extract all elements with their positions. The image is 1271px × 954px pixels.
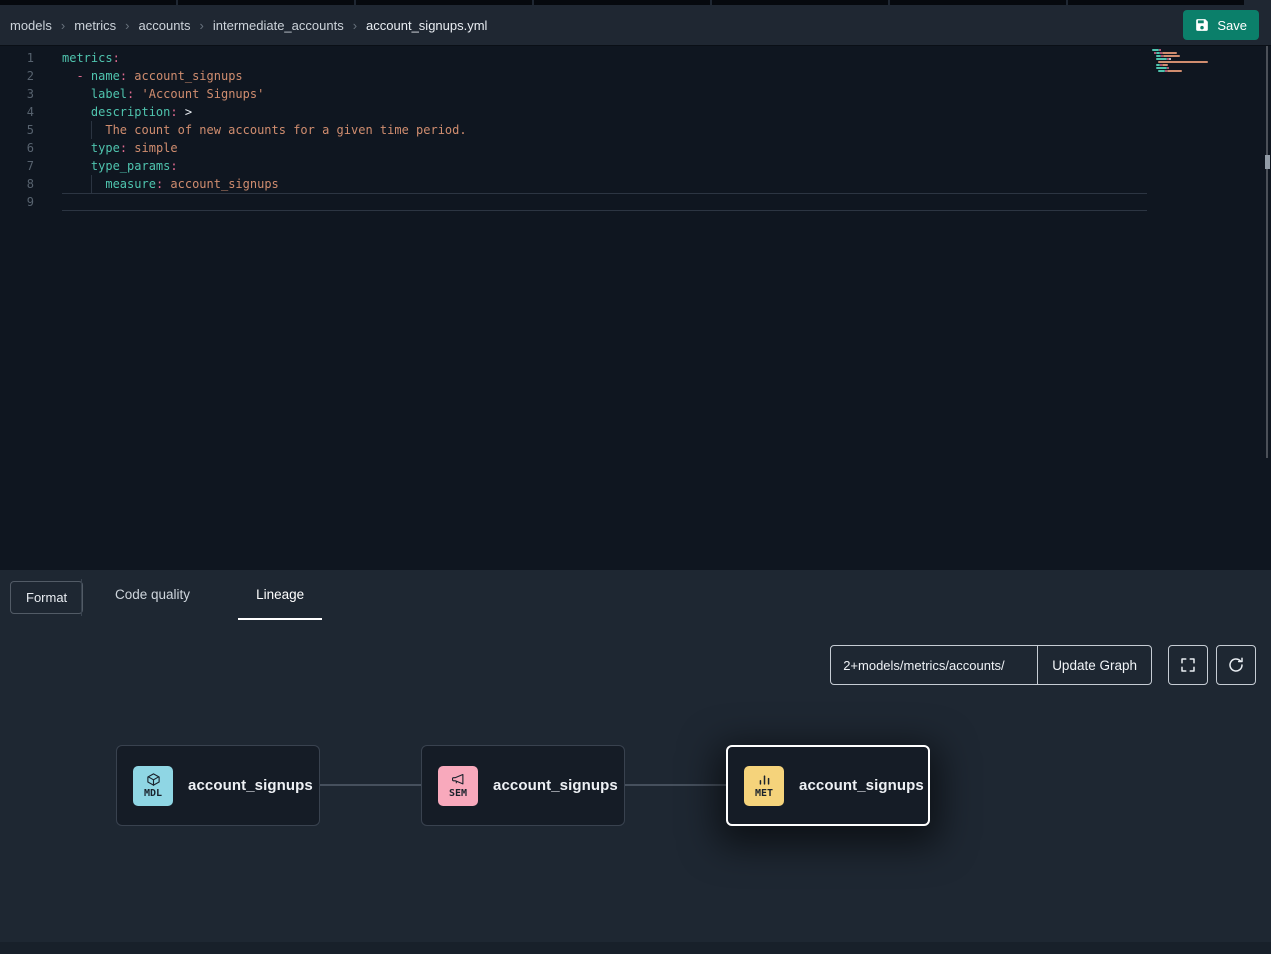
lineage-node-sem[interactable]: SEM account_signups bbox=[421, 745, 625, 826]
breadcrumb-item-accounts[interactable]: accounts bbox=[139, 18, 191, 33]
fullscreen-icon bbox=[1179, 656, 1197, 674]
breadcrumb-separator: › bbox=[200, 18, 204, 33]
save-label: Save bbox=[1217, 18, 1247, 33]
line-number: 5 bbox=[0, 121, 34, 139]
refresh-icon bbox=[1227, 656, 1245, 674]
floppy-icon bbox=[1195, 18, 1209, 32]
code-text: description: > bbox=[62, 103, 1147, 121]
graph-selector-input[interactable] bbox=[831, 646, 1037, 684]
chart-icon: MET bbox=[744, 766, 784, 806]
line-number: 6 bbox=[0, 139, 34, 157]
editor-scrollbar[interactable] bbox=[1266, 46, 1268, 458]
breadcrumb-separator: › bbox=[61, 18, 65, 33]
tab-lineage[interactable]: Lineage bbox=[238, 586, 322, 620]
code-text: type_params: bbox=[62, 157, 1147, 175]
panel-tabs: Code quality Lineage bbox=[97, 586, 322, 620]
panel-footer bbox=[0, 942, 1271, 954]
line-number: 8 bbox=[0, 175, 34, 193]
code-line: 6 type: simple bbox=[0, 139, 1271, 157]
tab-code-quality[interactable]: Code quality bbox=[97, 586, 208, 620]
code-line: 8 measure: account_signups bbox=[0, 175, 1271, 193]
code-editor[interactable]: 1metrics:2 - name: account_signups3 labe… bbox=[0, 46, 1271, 570]
panel-divider bbox=[81, 579, 82, 616]
node-label: account_signups bbox=[493, 777, 618, 794]
code-text bbox=[62, 193, 1147, 211]
code-text: - name: account_signups bbox=[62, 67, 1147, 85]
code-text: measure: account_signups bbox=[62, 175, 1147, 193]
code-line: 2 - name: account_signups bbox=[0, 67, 1271, 85]
node-label: account_signups bbox=[188, 777, 313, 794]
code-text: metrics: bbox=[62, 49, 1147, 67]
code-line: 1 metrics: bbox=[0, 49, 1271, 67]
format-button[interactable]: Format bbox=[10, 581, 83, 614]
code-line: 4 description: > bbox=[0, 103, 1271, 121]
fullscreen-button[interactable] bbox=[1168, 645, 1208, 685]
line-number: 7 bbox=[0, 157, 34, 175]
lineage-edge bbox=[625, 784, 726, 786]
editor-scrollbar-thumb[interactable] bbox=[1265, 155, 1270, 169]
code-line: 9 bbox=[0, 193, 1271, 211]
code-line: 7 type_params: bbox=[0, 157, 1271, 175]
node-label: account_signups bbox=[799, 777, 924, 794]
save-button[interactable]: Save bbox=[1183, 10, 1259, 40]
code-lines: 1metrics:2 - name: account_signups3 labe… bbox=[0, 49, 1271, 211]
breadcrumb-separator: › bbox=[125, 18, 129, 33]
line-number: 3 bbox=[0, 85, 34, 103]
breadcrumb-item-metrics[interactable]: metrics bbox=[74, 18, 116, 33]
node-badge-label: SEM bbox=[449, 788, 467, 799]
code-line: 5 The count of new accounts for a given … bbox=[0, 121, 1271, 139]
indent-guide bbox=[91, 121, 92, 139]
topbar: models › metrics › accounts › intermediate_acc… bbox=[0, 5, 1271, 46]
node-badge-label: MDL bbox=[144, 788, 162, 799]
megaphone-icon: SEM bbox=[438, 766, 478, 806]
code-text: label: 'Account Signups' bbox=[62, 85, 1147, 103]
node-badge-label: MET bbox=[755, 788, 773, 799]
bottom-panel: MDL account_signups SEM account_signups MET a… bbox=[0, 570, 1271, 954]
lineage-graph: MDL account_signups SEM account_signups MET a… bbox=[0, 570, 1271, 954]
minimap[interactable] bbox=[1152, 49, 1210, 76]
breadcrumb-item-intermediate_accounts[interactable]: intermediate_accounts bbox=[213, 18, 344, 33]
line-number: 9 bbox=[0, 193, 34, 211]
line-number: 2 bbox=[0, 67, 34, 85]
lineage-node-met[interactable]: MET account_signups bbox=[726, 745, 930, 826]
code-text: The count of new accounts for a given ti… bbox=[62, 121, 1147, 139]
breadcrumb-item-models[interactable]: models bbox=[10, 18, 52, 33]
lineage-edge bbox=[320, 784, 421, 786]
line-number: 1 bbox=[0, 49, 34, 67]
lineage-node-mdl[interactable]: MDL account_signups bbox=[116, 745, 320, 826]
cube-icon: MDL bbox=[133, 766, 173, 806]
indent-guide bbox=[91, 175, 92, 193]
refresh-button[interactable] bbox=[1216, 645, 1256, 685]
breadcrumb-item-account_signups.yml[interactable]: account_signups.yml bbox=[366, 18, 487, 33]
lineage-toolbar: Update Graph bbox=[830, 645, 1256, 685]
code-line: 3 label: 'Account Signups' bbox=[0, 85, 1271, 103]
breadcrumb-separator: › bbox=[353, 18, 357, 33]
graph-selector: Update Graph bbox=[830, 645, 1152, 685]
update-graph-button[interactable]: Update Graph bbox=[1037, 646, 1151, 684]
breadcrumb: models › metrics › accounts › intermediate_acc… bbox=[10, 18, 487, 33]
line-number: 4 bbox=[0, 103, 34, 121]
code-text: type: simple bbox=[62, 139, 1147, 157]
